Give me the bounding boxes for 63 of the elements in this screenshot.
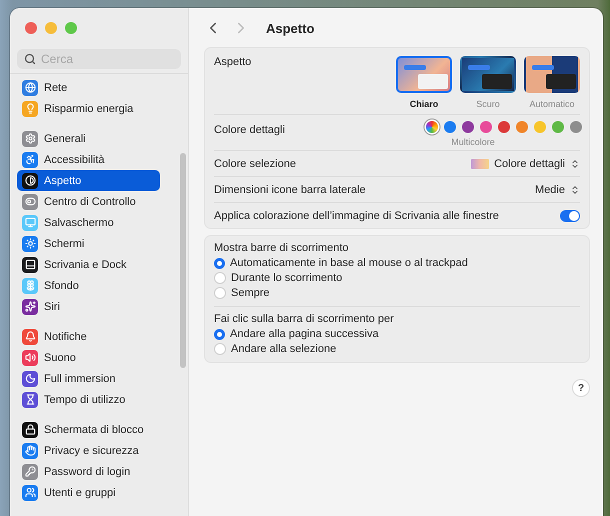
theme-preview[interactable]	[396, 56, 452, 93]
color-swatch[interactable]	[534, 121, 546, 133]
theme-label: Scuro	[476, 99, 500, 109]
setting-label: Dimensioni icone barra laterale	[214, 184, 366, 196]
theme-label: Chiaro	[410, 99, 438, 109]
popup-button[interactable]: Medie	[535, 184, 580, 196]
sidebar-item[interactable]: Password di login	[17, 461, 160, 482]
sidebar-item[interactable]: Utenti e gruppi	[17, 482, 160, 503]
color-swatch[interactable]	[498, 121, 510, 133]
updown-icon	[570, 184, 580, 194]
gradient-swatch	[471, 158, 490, 168]
sidebar-item[interactable]: Accessibilità	[17, 149, 160, 170]
theme-preview[interactable]	[460, 56, 516, 93]
sidebar-item[interactable]: Schermata di blocco	[17, 419, 160, 440]
color-swatch[interactable]	[552, 121, 564, 133]
search-icon	[24, 53, 36, 65]
section-label: Fai clic sulla barra di scorrimento per	[214, 313, 395, 325]
sidebar-item[interactable]: Sfondo	[17, 275, 160, 296]
radio-button[interactable]	[214, 328, 225, 340]
radio-label: Andare alla pagina successiva	[230, 328, 379, 340]
color-swatch[interactable]	[480, 121, 492, 133]
scrollbar-thumb[interactable]	[180, 153, 186, 368]
sidebar-item[interactable]: Scrivania e Dock	[17, 254, 160, 275]
window-title: Aspetto	[266, 20, 314, 36]
help-button[interactable]: ?	[572, 379, 590, 397]
radio-label: Automaticamente in base al mouse o al trackpad	[230, 257, 468, 269]
sidebar-item[interactable]: Schermi	[17, 233, 160, 254]
close-button[interactable]	[25, 22, 37, 34]
swatch-label: Multicolore	[451, 137, 495, 147]
updown-icon	[570, 158, 580, 168]
setting-label: Colore dettagli	[214, 123, 285, 136]
color-swatch[interactable]	[516, 121, 528, 133]
sidebar-item[interactable]: Notifiche	[17, 326, 160, 347]
theme-label: Automatico	[529, 99, 575, 109]
sidebar-item[interactable]: Siri	[17, 296, 160, 317]
sidebar-item[interactable]: Suono	[17, 347, 160, 368]
search-input[interactable]: Cerca	[41, 52, 161, 66]
sidebar-item[interactable]: Aspetto	[17, 170, 160, 191]
radio-label: Andare alla selezione	[231, 343, 336, 355]
sidebar-item[interactable]: Tempo di utilizzo	[17, 389, 160, 410]
section-label: Mostra barre di scorrimento	[214, 242, 350, 254]
sidebar-item[interactable]: Full immersion	[17, 368, 160, 389]
color-swatch[interactable]	[444, 121, 456, 133]
popup-button[interactable]: Colore dettagli	[471, 158, 580, 170]
sidebar-item[interactable]: Privacy e sicurezza	[17, 440, 160, 461]
setting-label: Applica colorazione dell’immagine di Scrivania alle finestre	[214, 210, 499, 222]
sidebar-item[interactable]: Salvaschermo	[17, 212, 160, 233]
radio-label: Durante lo scorrimento	[231, 272, 342, 284]
toggle-switch[interactable]	[560, 210, 580, 222]
sidebar-item[interactable]: Rete	[17, 77, 160, 98]
zoom-button[interactable]	[65, 22, 77, 34]
color-swatch[interactable]	[570, 121, 582, 133]
setting-label: Colore selezione	[214, 158, 296, 170]
sidebar-item[interactable]: Generali	[17, 128, 160, 149]
color-swatch[interactable]	[462, 121, 474, 133]
search-field[interactable]: Cerca	[17, 49, 181, 69]
radio-button[interactable]	[214, 258, 225, 268]
sidebar-item[interactable]: Risparmio energia	[17, 98, 160, 119]
sidebar-item[interactable]: Centro di Controllo	[17, 191, 160, 212]
radio-label: Sempre	[231, 287, 270, 299]
theme-preview[interactable]	[524, 56, 580, 93]
setting-label: Aspetto	[214, 56, 252, 68]
multicolor-swatch[interactable]	[426, 121, 438, 133]
